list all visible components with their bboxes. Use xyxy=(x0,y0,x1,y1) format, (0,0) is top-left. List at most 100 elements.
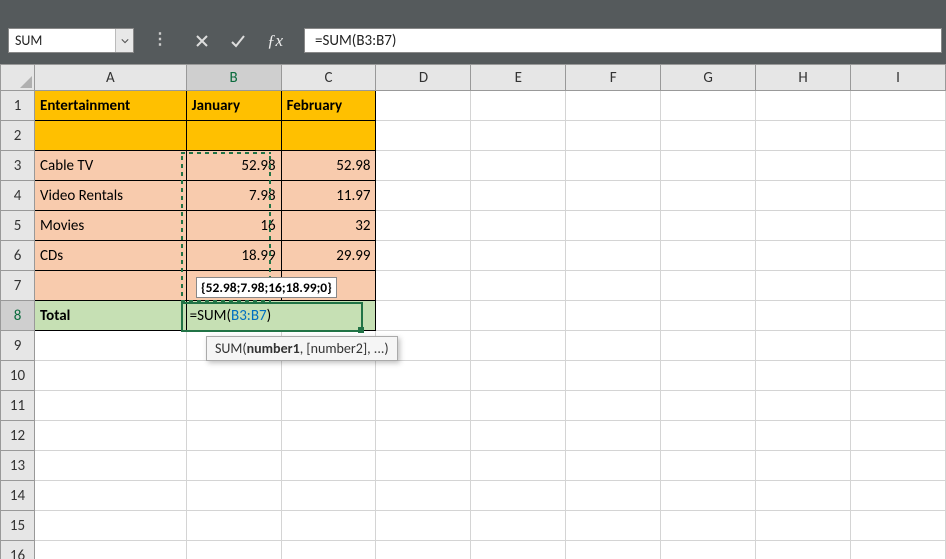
row-header-7[interactable]: 7 xyxy=(1,271,35,301)
col-header-I[interactable]: I xyxy=(851,65,946,91)
cell-G5[interactable] xyxy=(661,211,756,241)
cell-A8[interactable]: Total xyxy=(35,301,187,331)
cell-E3[interactable] xyxy=(471,151,566,181)
cell-A10[interactable] xyxy=(35,361,187,391)
cell-I2[interactable] xyxy=(851,121,946,151)
row-header-9[interactable]: 9 xyxy=(1,331,35,361)
cell-H5[interactable] xyxy=(756,211,851,241)
cell-D12[interactable] xyxy=(376,421,471,451)
cell-C15[interactable] xyxy=(281,511,376,541)
cell-G8[interactable] xyxy=(661,301,756,331)
cell-H9[interactable] xyxy=(756,331,851,361)
cell-I4[interactable] xyxy=(851,181,946,211)
cell-C1[interactable]: February xyxy=(281,91,376,121)
cell-G10[interactable] xyxy=(661,361,756,391)
cell-E9[interactable] xyxy=(471,331,566,361)
cell-A1[interactable]: Entertainment xyxy=(35,91,187,121)
cell-E14[interactable] xyxy=(471,481,566,511)
cell-I11[interactable] xyxy=(851,391,946,421)
cell-B3[interactable]: 52.98 xyxy=(186,151,281,181)
cell-F4[interactable] xyxy=(566,181,661,211)
cell-G7[interactable] xyxy=(661,271,756,301)
cell-H3[interactable] xyxy=(756,151,851,181)
cell-C14[interactable] xyxy=(281,481,376,511)
cell-E8[interactable] xyxy=(471,301,566,331)
cell-B5[interactable]: 16 xyxy=(186,211,281,241)
cell-H16[interactable] xyxy=(756,541,851,559)
cell-B8-editing[interactable]: =SUM(B3:B7) xyxy=(186,301,376,331)
function-signature-tooltip[interactable]: SUM(number1, [number2], ...) xyxy=(206,336,398,361)
cell-B15[interactable] xyxy=(186,511,281,541)
col-header-D[interactable]: D xyxy=(376,65,471,91)
cell-H12[interactable] xyxy=(756,421,851,451)
spreadsheet-grid[interactable]: A B C D E F G H I 1 Entertainment Januar… xyxy=(0,64,946,559)
col-header-F[interactable]: F xyxy=(566,65,661,91)
cell-E1[interactable] xyxy=(471,91,566,121)
row-header-10[interactable]: 10 xyxy=(1,361,35,391)
cell-A7[interactable] xyxy=(35,271,187,301)
col-header-A[interactable]: A xyxy=(35,65,187,91)
cell-E7[interactable] xyxy=(471,271,566,301)
cell-D6[interactable] xyxy=(376,241,471,271)
cell-F2[interactable] xyxy=(566,121,661,151)
cell-D5[interactable] xyxy=(376,211,471,241)
cell-C3[interactable]: 52.98 xyxy=(281,151,376,181)
cell-E6[interactable] xyxy=(471,241,566,271)
cell-B6[interactable]: 18.99 xyxy=(186,241,281,271)
cell-C16[interactable] xyxy=(281,541,376,559)
cell-D11[interactable] xyxy=(376,391,471,421)
cell-B4[interactable]: 7.98 xyxy=(186,181,281,211)
insert-function-button[interactable]: ƒx xyxy=(256,28,294,53)
select-all-corner[interactable] xyxy=(1,65,35,91)
cell-H13[interactable] xyxy=(756,451,851,481)
cell-B13[interactable] xyxy=(186,451,281,481)
cell-I3[interactable] xyxy=(851,151,946,181)
row-header-11[interactable]: 11 xyxy=(1,391,35,421)
cell-H8[interactable] xyxy=(756,301,851,331)
cell-A12[interactable] xyxy=(35,421,187,451)
row-header-4[interactable]: 4 xyxy=(1,181,35,211)
cell-C12[interactable] xyxy=(281,421,376,451)
row-header-6[interactable]: 6 xyxy=(1,241,35,271)
cell-D7[interactable] xyxy=(376,271,471,301)
cell-G11[interactable] xyxy=(661,391,756,421)
cell-A4[interactable]: Video Rentals xyxy=(35,181,187,211)
cell-A16[interactable] xyxy=(35,541,187,559)
enter-button[interactable] xyxy=(220,28,256,53)
cell-I14[interactable] xyxy=(851,481,946,511)
cell-H4[interactable] xyxy=(756,181,851,211)
cell-F1[interactable] xyxy=(566,91,661,121)
cell-A3[interactable]: Cable TV xyxy=(35,151,187,181)
cell-F14[interactable] xyxy=(566,481,661,511)
cell-H10[interactable] xyxy=(756,361,851,391)
cell-A6[interactable]: CDs xyxy=(35,241,187,271)
cell-D10[interactable] xyxy=(376,361,471,391)
cell-D14[interactable] xyxy=(376,481,471,511)
cell-G14[interactable] xyxy=(661,481,756,511)
cell-I13[interactable] xyxy=(851,451,946,481)
cell-C13[interactable] xyxy=(281,451,376,481)
cell-B1[interactable]: January xyxy=(186,91,281,121)
cell-B14[interactable] xyxy=(186,481,281,511)
cell-G3[interactable] xyxy=(661,151,756,181)
cell-D15[interactable] xyxy=(376,511,471,541)
cell-F12[interactable] xyxy=(566,421,661,451)
cell-B2[interactable] xyxy=(186,121,281,151)
cell-H7[interactable] xyxy=(756,271,851,301)
cell-A5[interactable]: Movies xyxy=(35,211,187,241)
cell-I9[interactable] xyxy=(851,331,946,361)
cell-C5[interactable]: 32 xyxy=(281,211,376,241)
cell-D2[interactable] xyxy=(376,121,471,151)
cell-H6[interactable] xyxy=(756,241,851,271)
cell-B11[interactable] xyxy=(186,391,281,421)
cell-F10[interactable] xyxy=(566,361,661,391)
cell-G2[interactable] xyxy=(661,121,756,151)
cell-H1[interactable] xyxy=(756,91,851,121)
cell-B16[interactable] xyxy=(186,541,281,559)
cell-B10[interactable] xyxy=(186,361,281,391)
cell-A9[interactable] xyxy=(35,331,187,361)
cell-F6[interactable] xyxy=(566,241,661,271)
cell-D4[interactable] xyxy=(376,181,471,211)
cell-C11[interactable] xyxy=(281,391,376,421)
row-header-5[interactable]: 5 xyxy=(1,211,35,241)
